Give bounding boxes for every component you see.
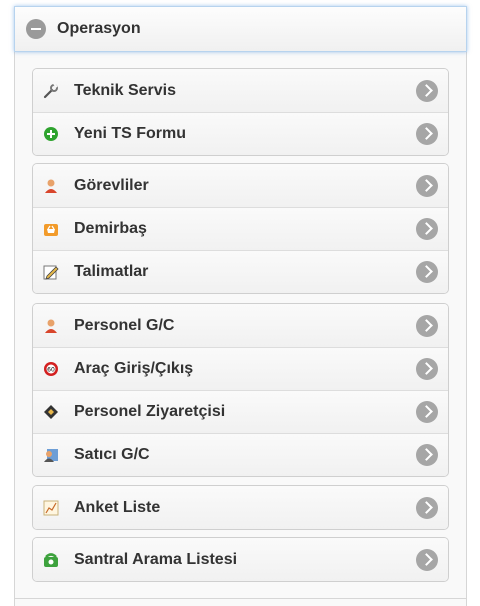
menu-item-gorevliler[interactable]: Görevliler	[33, 164, 448, 207]
menu-item-label: Personel Ziyaretçisi	[74, 403, 226, 420]
svg-text:60: 60	[47, 367, 55, 374]
menu-item-satici-gc[interactable]: Satıcı G/C	[33, 433, 448, 476]
chevron-right-icon[interactable]	[416, 174, 438, 197]
menu-item-label: Anket Liste	[74, 498, 161, 516]
panel-header[interactable]: Operasyon	[14, 6, 467, 52]
menu-item-anket-liste[interactable]: Anket Liste	[33, 486, 448, 529]
divider	[14, 598, 467, 599]
wrench-icon	[43, 82, 59, 99]
chart-icon	[43, 500, 59, 516]
chevron-right-icon[interactable]	[416, 548, 438, 571]
collapse-icon[interactable]	[26, 19, 46, 39]
menu-group-3: Personel G/C 60 Araç Giriş/Çıkış Persone…	[32, 303, 449, 477]
menu-item-label: Personel G/C	[74, 316, 175, 334]
menu-item-personel-ziyaretcisi[interactable]: Personel Ziyaretçisi	[33, 390, 448, 433]
telephone-icon	[43, 552, 59, 568]
menu-item-label: Satıcı G/C	[74, 446, 150, 463]
user-icon	[43, 318, 59, 334]
chevron-right-icon[interactable]	[416, 496, 438, 519]
chevron-right-icon[interactable]	[416, 444, 438, 466]
plus-circle-icon	[43, 126, 59, 142]
chevron-right-icon[interactable]	[416, 401, 438, 423]
menu-item-yeni-ts-formu[interactable]: Yeni TS Formu	[33, 112, 448, 155]
menu-item-teknik-servis[interactable]: Teknik Servis	[33, 69, 448, 112]
chevron-right-icon[interactable]	[416, 261, 438, 283]
menu-item-demirbas[interactable]: Demirbaş	[33, 207, 448, 250]
id-card-icon	[43, 447, 59, 463]
speed-limit-icon: 60	[43, 361, 59, 377]
chevron-right-icon[interactable]	[416, 79, 438, 102]
menu-item-label: Talimatlar	[74, 263, 149, 280]
menu-group-4: Anket Liste	[32, 485, 449, 530]
menu-item-arac-giris-cikis[interactable]: 60 Araç Giriş/Çıkış	[33, 347, 448, 390]
menu-item-label: Görevliler	[74, 176, 149, 194]
chevron-right-icon[interactable]	[416, 123, 438, 145]
menu-item-label: Santral Arama Listesi	[74, 550, 238, 568]
chevron-right-icon[interactable]	[416, 358, 438, 380]
menu-item-label: Araç Giriş/Çıkış	[74, 360, 194, 377]
menu-item-label: Teknik Servis	[74, 81, 176, 99]
diamond-icon	[43, 404, 59, 420]
pencil-icon	[43, 264, 59, 280]
chevron-right-icon[interactable]	[416, 314, 438, 337]
menu-item-talimatlar[interactable]: Talimatlar	[33, 250, 448, 293]
menu-group-5: Santral Arama Listesi	[32, 537, 449, 582]
chevron-right-icon[interactable]	[416, 218, 438, 240]
basket-icon	[43, 221, 59, 237]
menu-item-label: Demirbaş	[74, 220, 147, 237]
menu-item-personel-gc[interactable]: Personel G/C	[33, 304, 448, 347]
menu-item-label: Yeni TS Formu	[74, 125, 187, 142]
user-icon	[43, 178, 59, 194]
menu-group-1: Teknik Servis Yeni TS Formu	[32, 68, 449, 156]
menu-item-santral-arama-listesi[interactable]: Santral Arama Listesi	[33, 538, 448, 581]
menu-group-2: Görevliler Demirbaş Talimatlar	[32, 163, 449, 294]
panel-title: Operasyon	[57, 20, 141, 37]
